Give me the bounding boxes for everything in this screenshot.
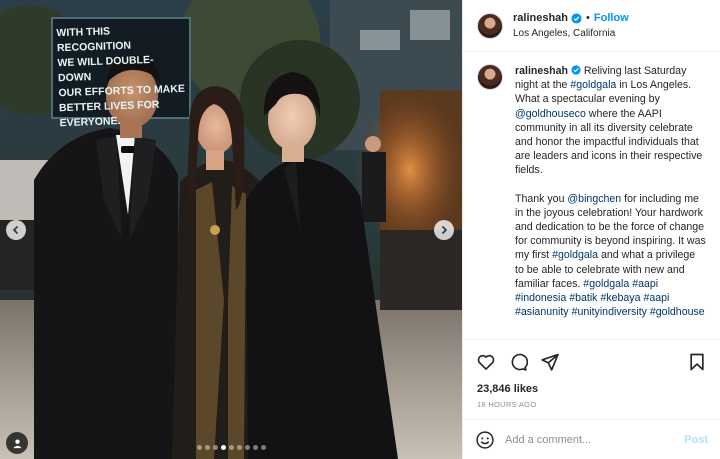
caption-text: ralineshah Reliving last Saturday night … [515,64,706,339]
hashtag-link[interactable]: #indonesia [515,292,566,304]
follow-button[interactable]: Follow [594,11,629,26]
post-photo[interactable]: WITH THIS RECOGNITION WE WILL DOUBLE-DOW… [0,0,462,459]
screen-line: WE WILL DOUBLE-DOWN [57,53,154,85]
like-button[interactable] [475,351,497,373]
comment-input[interactable] [505,433,685,446]
bookmark-icon [690,353,704,370]
verified-badge-icon [571,65,581,75]
verified-badge-icon [571,12,582,24]
carousel-dot [196,445,202,450]
mention-link[interactable]: @bingchen [567,193,621,205]
hashtag-link[interactable]: #unityindiversity [572,306,647,318]
screen-line: WITH THIS RECOGNITION [56,25,132,55]
post-comment-button[interactable]: Post [684,434,708,446]
post-header: ralineshah • Follow Los Angeles, Califor… [463,0,720,52]
emoji-icon[interactable] [475,430,495,450]
post-timestamp[interactable]: 18 HOURS AGO [463,397,720,419]
chevron-right-icon [441,225,448,235]
separator-dot: • [586,11,590,24]
username-link[interactable]: ralineshah [513,11,568,26]
comment-button[interactable] [507,351,529,373]
screen-text: WITH THIS RECOGNITION WE WILL DOUBLE-DOW… [56,22,188,131]
comment-bar: Post [463,419,720,459]
location-link[interactable]: Los Angeles, California [513,26,629,41]
like-count[interactable]: 23,846 likes [463,383,720,397]
mention-link[interactable]: @goldhouseco [515,108,586,120]
tagged-people-button[interactable] [6,432,28,454]
instagram-post: WITH THIS RECOGNITION WE WILL DOUBLE-DOW… [0,0,720,459]
carousel-dots [0,445,462,450]
action-bar [463,339,720,383]
carousel-dot [252,445,258,450]
carousel-dot [220,445,226,450]
carousel-dot [260,445,266,450]
carousel-dot [212,445,218,450]
caption-section: ralineshah Reliving last Saturday night … [463,52,720,339]
next-photo-button[interactable] [434,220,454,240]
caption-segment: Thank you [515,192,568,205]
send-icon [541,353,559,371]
caption-username[interactable]: ralineshah [515,65,568,77]
hashtag-link[interactable]: #goldgala [570,79,616,91]
carousel-dot [228,445,234,450]
carousel-dot [236,445,242,450]
save-button[interactable] [686,351,708,373]
hashtag-link[interactable]: #batik [569,292,597,304]
hashtag-link[interactable]: #aapi [643,292,669,304]
comment-icon [511,353,528,371]
post-side-panel: ralineshah • Follow Los Angeles, Califor… [462,0,720,459]
previous-photo-button[interactable] [6,220,26,240]
hashtag-link[interactable]: #kebaya [600,292,640,304]
carousel-dot [244,445,250,450]
carousel-dot [204,445,210,450]
avatar[interactable] [477,12,503,39]
avatar[interactable] [477,64,503,90]
hashtag-link[interactable]: #goldhouse [650,306,705,318]
share-button[interactable] [539,351,561,373]
hashtag-link[interactable]: #goldgala [552,249,598,261]
hashtag-link[interactable]: #goldgala [583,278,629,290]
heart-icon [477,354,495,370]
hashtag-link[interactable]: #asianunity [515,306,569,318]
hashtag-link[interactable]: #aapi [632,278,658,290]
chevron-left-icon [12,225,19,235]
